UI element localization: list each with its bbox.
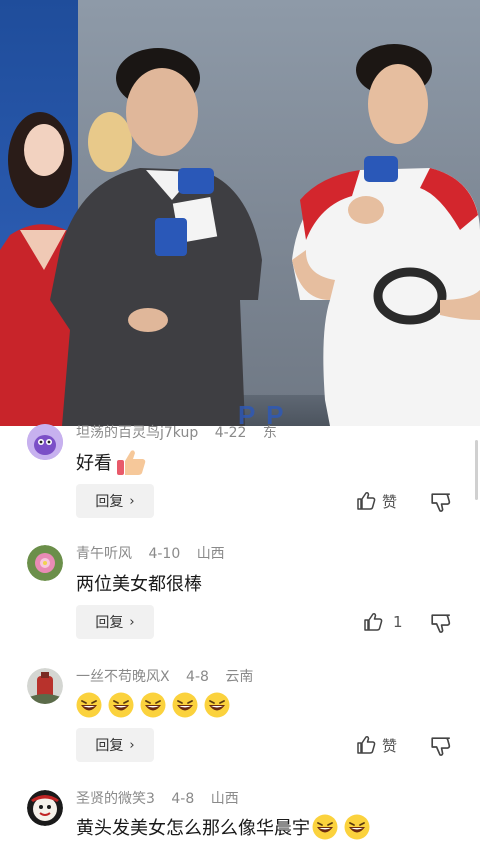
- user-avatar[interactable]: [27, 790, 63, 826]
- comment-username[interactable]: 圣贤的微笑3: [76, 791, 155, 807]
- thumbs-up-icon: [364, 612, 383, 631]
- comment-meta: 一丝不苟晚风X 4-8 云南: [76, 666, 265, 686]
- like-button[interactable]: 赞: [356, 732, 397, 758]
- comment-text: [76, 692, 236, 718]
- laugh-emoji: [108, 692, 134, 718]
- laugh-emoji: [140, 692, 166, 718]
- chevron-right-icon: ›: [129, 493, 135, 509]
- comment-text: 好看: [76, 448, 152, 476]
- reply-label: 回复: [95, 738, 124, 754]
- like-count: 赞: [382, 492, 398, 511]
- like-button[interactable]: 1: [363, 609, 403, 635]
- scrollbar[interactable]: [475, 440, 478, 500]
- comment-text: 两位美女都很棒: [76, 570, 202, 596]
- reply-label: 回复: [95, 494, 124, 510]
- user-avatar[interactable]: [27, 424, 63, 460]
- user-avatar[interactable]: [27, 668, 63, 704]
- chevron-right-icon: ›: [129, 737, 135, 753]
- like-button[interactable]: 赞: [356, 488, 397, 514]
- comment-username[interactable]: 一丝不苟晚风X: [76, 669, 170, 685]
- comment-meta: 青午听风 4-10 山西: [76, 543, 237, 563]
- comment-item: 圣贤的微笑3 4-8 山西 黄头发美女怎么那么像华晨宇: [0, 790, 480, 853]
- comment-text-content: 黄头发美女怎么那么像华晨宇: [76, 818, 310, 839]
- comment-location: 山西: [196, 546, 225, 562]
- comment-meta: 坦荡的百灵鸟j7kup 4-22 东: [76, 422, 289, 442]
- reply-button[interactable]: 回复 ›: [76, 728, 154, 762]
- thumbs-up-icon: [357, 735, 376, 754]
- chevron-right-icon: ›: [129, 614, 135, 630]
- reply-button[interactable]: 回复 ›: [76, 484, 154, 518]
- comment-meta: 圣贤的微笑3 4-8 山西: [76, 788, 251, 808]
- thumbs-up-emoji: [117, 450, 146, 475]
- video-player[interactable]: P P: [0, 0, 480, 426]
- comment-item: 一丝不苟晚风X 4-8 云南 回复 › 赞: [0, 666, 480, 776]
- thumbs-down-icon[interactable]: [430, 736, 452, 758]
- comment-text-content: 好看: [76, 453, 112, 474]
- laugh-emoji: [172, 692, 198, 718]
- thumbs-down-icon[interactable]: [430, 613, 452, 635]
- laugh-emoji: [344, 814, 370, 840]
- comment-date: 4-10: [148, 546, 181, 562]
- comment-location: 云南: [225, 669, 254, 685]
- reply-label: 回复: [95, 615, 124, 631]
- comment-location: 山西: [210, 791, 239, 807]
- comment-list[interactable]: 坦荡的百灵鸟j7kup 4-22 东 好看 回复 › 赞 青午听风 4-10 山…: [0, 424, 480, 853]
- comment-username[interactable]: 青午听风: [76, 546, 132, 562]
- like-count: 1: [393, 613, 403, 631]
- video-frame-image: [0, 44, 480, 426]
- comment-text-content: 两位美女都很棒: [76, 574, 202, 595]
- comment-date: 4-8: [186, 669, 209, 685]
- reply-button[interactable]: 回复 ›: [76, 605, 154, 639]
- thumbs-down-icon[interactable]: [430, 492, 452, 514]
- comment-text: 黄头发美女怎么那么像华晨宇: [76, 814, 376, 840]
- like-count: 赞: [382, 736, 398, 755]
- thumbs-up-icon: [357, 491, 376, 510]
- user-avatar[interactable]: [27, 545, 63, 581]
- comment-date: 4-8: [171, 791, 195, 807]
- comment-username[interactable]: 坦荡的百灵鸟j7kup: [76, 425, 198, 441]
- comment-date: 4-22: [214, 425, 247, 441]
- laugh-emoji: [76, 692, 102, 718]
- laugh-emoji: [204, 692, 230, 718]
- comment-item: 坦荡的百灵鸟j7kup 4-22 东 好看 回复 › 赞: [0, 424, 480, 536]
- laugh-emoji: [312, 814, 338, 840]
- comment-item: 青午听风 4-10 山西 两位美女都很棒 回复 › 1: [0, 543, 480, 653]
- comment-location: 东: [262, 425, 277, 441]
